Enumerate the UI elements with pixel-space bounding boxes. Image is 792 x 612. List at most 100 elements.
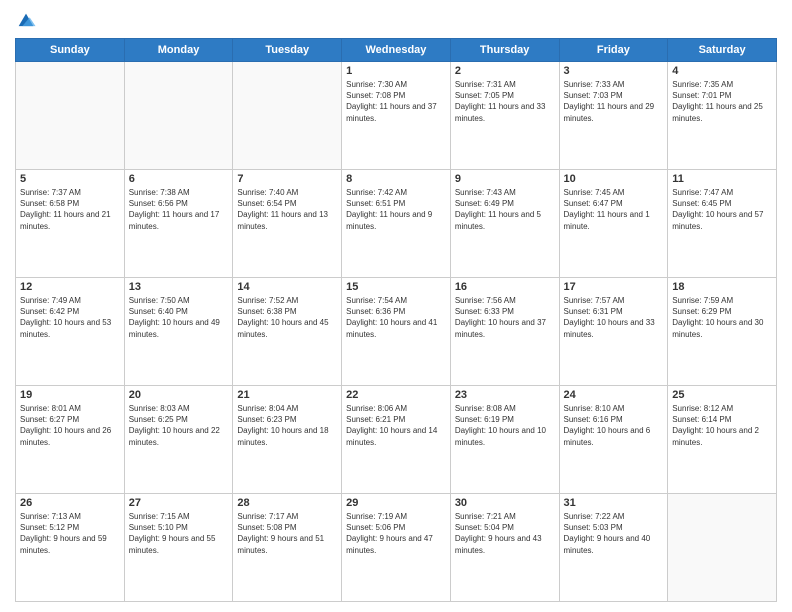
day-number: 30	[455, 497, 555, 509]
calendar-cell: 16Sunrise: 7:56 AM Sunset: 6:33 PM Dayli…	[450, 278, 559, 386]
calendar-week-2: 12 Sunrise: 7:49 AM Sunset: 6:42 PM Dayli…	[16, 278, 777, 386]
calendar-cell: 26 Sunrise: 7:13 AM Sunset: 5:12 PM Dayli…	[16, 494, 125, 602]
day-info: Sunrise: 7:52 AM Sunset: 6:38 PM Dayligh…	[237, 295, 337, 340]
calendar-cell: 12 Sunrise: 7:49 AM Sunset: 6:42 PM Dayli…	[16, 278, 125, 386]
calendar-cell: 23 Sunrise: 8:08 AM Sunset: 6:19 PM Dayli…	[450, 386, 559, 494]
day-info: Sunrise: 7:43 AM Sunset: 6:49 PM Dayligh…	[455, 187, 555, 232]
calendar-cell: 1 Sunrise: 7:30 AM Sunset: 7:08 PM Daylig…	[342, 62, 451, 170]
day-number: 25	[672, 389, 772, 401]
day-info: Sunrise: 7:22 AM Sunset: 5:03 PM Dayligh…	[564, 511, 664, 556]
day-number: 19	[20, 389, 120, 401]
day-number: 28	[237, 497, 337, 509]
day-number: 5	[20, 173, 120, 185]
weekday-header-row: SundayMondayTuesdayWednesdayThursdayFrid…	[16, 39, 777, 62]
calendar-cell: 9 Sunrise: 7:43 AM Sunset: 6:49 PM Daylig…	[450, 170, 559, 278]
day-number: 15	[346, 281, 446, 293]
day-number: 14	[237, 281, 337, 293]
calendar-cell: 28 Sunrise: 7:17 AM Sunset: 5:08 PM Dayli…	[233, 494, 342, 602]
calendar-cell: 10Sunrise: 7:45 AM Sunset: 6:47 PM Dayli…	[559, 170, 668, 278]
day-info: Sunrise: 7:38 AM Sunset: 6:56 PM Dayligh…	[129, 187, 229, 232]
day-info: Sunrise: 7:35 AM Sunset: 7:01 PM Dayligh…	[672, 79, 772, 124]
calendar-cell: 2 Sunrise: 7:31 AM Sunset: 7:05 PM Daylig…	[450, 62, 559, 170]
weekday-header-thursday: Thursday	[450, 39, 559, 62]
day-number: 10	[564, 173, 664, 185]
day-info: Sunrise: 7:42 AM Sunset: 6:51 PM Dayligh…	[346, 187, 446, 232]
day-info: Sunrise: 7:56 AM Sunset: 6:33 PM Dayligh…	[455, 295, 555, 340]
calendar-table: SundayMondayTuesdayWednesdayThursdayFrid…	[15, 38, 777, 602]
day-number: 18	[672, 281, 772, 293]
day-info: Sunrise: 7:33 AM Sunset: 7:03 PM Dayligh…	[564, 79, 664, 124]
day-number: 27	[129, 497, 229, 509]
calendar-cell: 25 Sunrise: 8:12 AM Sunset: 6:14 PM Dayli…	[668, 386, 777, 494]
calendar-cell	[668, 494, 777, 602]
day-info: Sunrise: 7:47 AM Sunset: 6:45 PM Dayligh…	[672, 187, 772, 232]
logo-icon	[15, 10, 37, 32]
calendar-cell: 18 Sunrise: 7:59 AM Sunset: 6:29 PM Dayli…	[668, 278, 777, 386]
day-info: Sunrise: 7:59 AM Sunset: 6:29 PM Dayligh…	[672, 295, 772, 340]
day-number: 24	[564, 389, 664, 401]
calendar-cell: 15 Sunrise: 7:54 AM Sunset: 6:36 PM Dayli…	[342, 278, 451, 386]
calendar-cell: 17 Sunrise: 7:57 AM Sunset: 6:31 PM Dayli…	[559, 278, 668, 386]
day-number: 31	[564, 497, 664, 509]
calendar-cell: 8 Sunrise: 7:42 AM Sunset: 6:51 PM Daylig…	[342, 170, 451, 278]
day-number: 6	[129, 173, 229, 185]
day-info: Sunrise: 8:10 AM Sunset: 6:16 PM Dayligh…	[564, 403, 664, 448]
day-info: Sunrise: 7:17 AM Sunset: 5:08 PM Dayligh…	[237, 511, 337, 556]
day-number: 29	[346, 497, 446, 509]
day-number: 12	[20, 281, 120, 293]
day-info: Sunrise: 7:15 AM Sunset: 5:10 PM Dayligh…	[129, 511, 229, 556]
weekday-header-sunday: Sunday	[16, 39, 125, 62]
day-info: Sunrise: 7:54 AM Sunset: 6:36 PM Dayligh…	[346, 295, 446, 340]
calendar-cell: 7 Sunrise: 7:40 AM Sunset: 6:54 PM Daylig…	[233, 170, 342, 278]
day-number: 22	[346, 389, 446, 401]
day-number: 26	[20, 497, 120, 509]
calendar-cell	[233, 62, 342, 170]
calendar-cell: 5 Sunrise: 7:37 AM Sunset: 6:58 PM Daylig…	[16, 170, 125, 278]
day-number: 17	[564, 281, 664, 293]
day-info: Sunrise: 7:50 AM Sunset: 6:40 PM Dayligh…	[129, 295, 229, 340]
day-number: 1	[346, 65, 446, 77]
day-info: Sunrise: 7:19 AM Sunset: 5:06 PM Dayligh…	[346, 511, 446, 556]
calendar-week-0: 1 Sunrise: 7:30 AM Sunset: 7:08 PM Daylig…	[16, 62, 777, 170]
calendar-cell: 6 Sunrise: 7:38 AM Sunset: 6:56 PM Daylig…	[124, 170, 233, 278]
calendar-cell: 4Sunrise: 7:35 AM Sunset: 7:01 PM Daylig…	[668, 62, 777, 170]
calendar-cell: 29 Sunrise: 7:19 AM Sunset: 5:06 PM Dayli…	[342, 494, 451, 602]
calendar-cell	[16, 62, 125, 170]
day-info: Sunrise: 7:37 AM Sunset: 6:58 PM Dayligh…	[20, 187, 120, 232]
calendar-cell: 30 Sunrise: 7:21 AM Sunset: 5:04 PM Dayli…	[450, 494, 559, 602]
day-info: Sunrise: 8:06 AM Sunset: 6:21 PM Dayligh…	[346, 403, 446, 448]
day-number: 20	[129, 389, 229, 401]
day-info: Sunrise: 8:12 AM Sunset: 6:14 PM Dayligh…	[672, 403, 772, 448]
day-number: 23	[455, 389, 555, 401]
day-number: 21	[237, 389, 337, 401]
day-number: 7	[237, 173, 337, 185]
calendar-cell: 11 Sunrise: 7:47 AM Sunset: 6:45 PM Dayli…	[668, 170, 777, 278]
day-info: Sunrise: 7:57 AM Sunset: 6:31 PM Dayligh…	[564, 295, 664, 340]
day-number: 11	[672, 173, 772, 185]
day-info: Sunrise: 7:30 AM Sunset: 7:08 PM Dayligh…	[346, 79, 446, 124]
calendar-cell: 13 Sunrise: 7:50 AM Sunset: 6:40 PM Dayli…	[124, 278, 233, 386]
weekday-header-friday: Friday	[559, 39, 668, 62]
day-info: Sunrise: 7:31 AM Sunset: 7:05 PM Dayligh…	[455, 79, 555, 124]
day-number: 3	[564, 65, 664, 77]
day-info: Sunrise: 8:04 AM Sunset: 6:23 PM Dayligh…	[237, 403, 337, 448]
day-number: 13	[129, 281, 229, 293]
weekday-header-saturday: Saturday	[668, 39, 777, 62]
day-number: 8	[346, 173, 446, 185]
day-info: Sunrise: 8:08 AM Sunset: 6:19 PM Dayligh…	[455, 403, 555, 448]
day-info: Sunrise: 7:49 AM Sunset: 6:42 PM Dayligh…	[20, 295, 120, 340]
page: SundayMondayTuesdayWednesdayThursdayFrid…	[0, 0, 792, 612]
calendar-week-1: 5 Sunrise: 7:37 AM Sunset: 6:58 PM Daylig…	[16, 170, 777, 278]
calendar-cell: 14 Sunrise: 7:52 AM Sunset: 6:38 PM Dayli…	[233, 278, 342, 386]
day-info: Sunrise: 7:40 AM Sunset: 6:54 PM Dayligh…	[237, 187, 337, 232]
calendar-cell: 27 Sunrise: 7:15 AM Sunset: 5:10 PM Dayli…	[124, 494, 233, 602]
day-number: 2	[455, 65, 555, 77]
calendar-cell: 21 Sunrise: 8:04 AM Sunset: 6:23 PM Dayli…	[233, 386, 342, 494]
day-info: Sunrise: 7:21 AM Sunset: 5:04 PM Dayligh…	[455, 511, 555, 556]
day-number: 9	[455, 173, 555, 185]
calendar-cell: 31 Sunrise: 7:22 AM Sunset: 5:03 PM Dayli…	[559, 494, 668, 602]
header	[15, 10, 777, 32]
day-info: Sunrise: 7:13 AM Sunset: 5:12 PM Dayligh…	[20, 511, 120, 556]
calendar-week-3: 19Sunrise: 8:01 AM Sunset: 6:27 PM Dayli…	[16, 386, 777, 494]
calendar-cell: 24 Sunrise: 8:10 AM Sunset: 6:16 PM Dayli…	[559, 386, 668, 494]
